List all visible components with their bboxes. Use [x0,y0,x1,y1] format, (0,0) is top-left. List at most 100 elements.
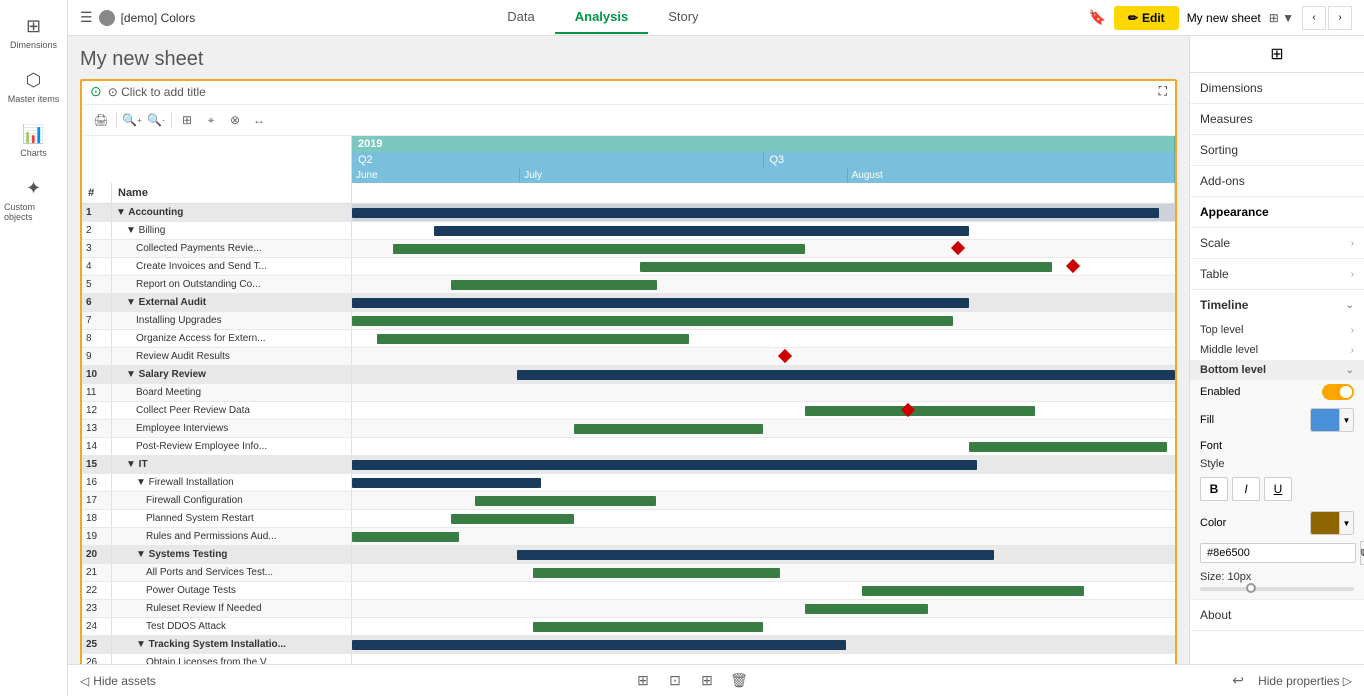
row-timeline [352,312,1175,329]
row-id: 14 [82,438,112,455]
bottom-level-arrow[interactable] [1346,365,1354,376]
sidebar-item-custom[interactable]: ✦ Custom objects [0,170,67,230]
color-dropdown-arrow[interactable]: ▼ [1339,512,1353,534]
bottom-action-1[interactable]: ⊞ [631,669,655,693]
sidebar-item-fields[interactable]: ⊞ Dimensions [0,8,67,58]
style-label: Style [1200,458,1354,470]
row-timeline [352,204,1175,221]
row-timeline [352,528,1175,545]
appearance-title[interactable]: Appearance [1190,197,1364,227]
about-title[interactable]: About [1190,600,1364,630]
row-name: Rules and Permissions Aud... [112,528,352,545]
col-hash: # [82,183,112,203]
underline-button[interactable]: U [1264,477,1292,501]
nav-analysis[interactable]: Analysis [555,1,648,34]
table-row: 15 ▼ IT [82,456,1175,474]
italic-button[interactable]: I [1232,477,1260,501]
top-level-arrow[interactable] [1351,325,1354,336]
fill-color-picker[interactable]: ▼ [1310,408,1354,432]
nav-story[interactable]: Story [648,1,718,34]
selection-button[interactable]: ⊞ [176,109,198,131]
color-picker-button[interactable]: ⧉ [1360,541,1364,565]
bottom-action-2[interactable]: ⊡ [663,669,687,693]
bottom-level-row: Bottom level [1190,360,1364,380]
fullscreen-icon[interactable]: ⛶ [1159,84,1167,99]
table-row: 5 Report on Outstanding Co... [82,276,1175,294]
table-row: 8 Organize Access for Extern... [82,330,1175,348]
hex-input-row: ⧉ [1190,539,1364,567]
timeline-title[interactable]: Timeline [1190,290,1364,320]
table-row: 22 Power Outage Tests [82,582,1175,600]
top-nav: Data Analysis Story [487,1,718,34]
sheet-options-icon[interactable]: ⊞ ▼ [1269,11,1294,25]
master-label: Master items [8,94,60,104]
print-button[interactable]: 🖨 [90,109,112,131]
zoom-reset-button[interactable]: ↔ [248,109,270,131]
next-sheet-button[interactable]: › [1328,6,1352,30]
gantt-wrapper[interactable]: 2019 Q2 Q3 June July August [82,136,1175,668]
font-label: Font [1200,440,1222,452]
sheet-title: My new sheet [80,48,1177,71]
row-id: 18 [82,510,112,527]
top-bar: ☰ [demo] Colors Data Analysis Story 🔖 ✏ … [68,0,1364,36]
row-id: 12 [82,402,112,419]
timeline-expand-icon [1346,300,1354,311]
row-name: Collected Payments Revie... [112,240,352,257]
col-name: Name [112,183,352,203]
sorting-title[interactable]: Sorting [1190,135,1364,165]
middle-level-arrow[interactable] [1351,345,1354,356]
table-row: 9 Review Audit Results [82,348,1175,366]
color-hex-input[interactable] [1200,543,1356,563]
left-sidebar: ⊞ Dimensions ⬡ Master items 📊 Charts ✦ C… [0,0,68,696]
bookmark-icon[interactable]: 🔖 [1089,9,1106,26]
row-id: 6 [82,294,112,311]
color-picker[interactable]: ▼ [1310,511,1354,535]
app-name-area: ☰ [demo] Colors [68,9,207,26]
fill-label: Fill [1200,414,1214,426]
enabled-label: Enabled [1200,386,1240,398]
clear-button[interactable]: ⊗ [224,109,246,131]
enabled-toggle[interactable] [1322,384,1354,400]
zoom-out-button[interactable]: 🔍- [145,109,167,131]
right-panel: ⊞ Dimensions Measures Sorting Add-ons [1189,36,1364,696]
row-name: Planned System Restart [112,510,352,527]
hide-props-label: Hide properties [1258,674,1339,688]
nav-data[interactable]: Data [487,1,554,34]
lasso-button[interactable]: ⌖ [200,109,222,131]
scale-title[interactable]: Scale [1190,228,1364,258]
app-dot [99,10,115,26]
measures-title[interactable]: Measures [1190,104,1364,134]
hide-properties-button[interactable]: Hide properties ▷ [1258,674,1352,688]
sidebar-item-master[interactable]: ⬡ Master items [0,62,67,112]
click-to-add-title[interactable]: ⊙ Click to add title [108,85,206,99]
row-timeline [352,366,1175,383]
app-title: [demo] Colors [121,11,196,25]
row-name: ▼ IT [112,456,352,473]
bold-button[interactable]: B [1200,477,1228,501]
row-name: Organize Access for Extern... [112,330,352,347]
table-row: 10 ▼ Salary Review [82,366,1175,384]
middle-level-row: Middle level [1190,340,1364,360]
row-timeline [352,582,1175,599]
menu-icon[interactable]: ☰ [80,9,93,26]
row-timeline [352,438,1175,455]
row-name: ▼ External Audit [112,294,352,311]
table-row: 17 Firewall Configuration [82,492,1175,510]
bottom-action-3[interactable]: ⊞ [695,669,719,693]
edit-button[interactable]: ✏ Edit [1114,6,1179,30]
sidebar-item-charts[interactable]: 📊 Charts [0,116,67,166]
bottom-action-4[interactable]: 🗑 [727,669,751,693]
zoom-in-button[interactable]: 🔍+ [121,109,143,131]
sorting-section: Sorting [1190,135,1364,166]
dimensions-title[interactable]: Dimensions [1190,73,1364,103]
undo-button[interactable]: ↩ [1226,669,1250,693]
hide-assets-button[interactable]: ◁ Hide assets [80,674,156,688]
row-id: 13 [82,420,112,437]
fill-dropdown-arrow[interactable]: ▼ [1339,409,1353,431]
table-title[interactable]: Table [1190,259,1364,289]
row-id: 15 [82,456,112,473]
prev-sheet-button[interactable]: ‹ [1302,6,1326,30]
addons-title[interactable]: Add-ons [1190,166,1364,196]
q3-label: Q3 [764,152,1176,168]
size-slider[interactable] [1200,587,1354,591]
